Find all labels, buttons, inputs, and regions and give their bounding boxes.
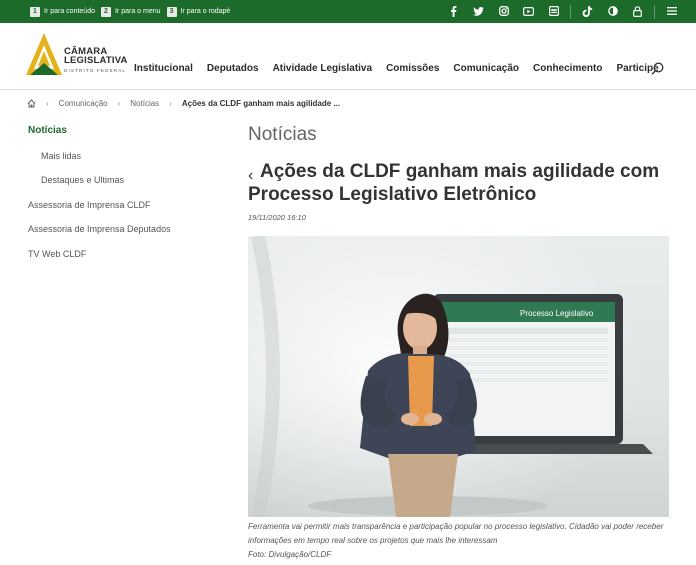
nav-institucional[interactable]: Institucional [134, 63, 193, 74]
cldf-logo-icon[interactable] [26, 33, 62, 77]
article-headline: Ações da CLDF ganham mais agilidade com … [248, 161, 660, 205]
flickr-icon[interactable] [541, 0, 566, 23]
breadcrumb-noticias[interactable]: Notícias [130, 99, 159, 108]
sidebar-item-assessoria-cldf[interactable]: Assessoria de Imprensa CLDF [28, 199, 171, 224]
nav-conhecimento[interactable]: Conhecimento [533, 63, 602, 74]
skip-label: Ir para conteúdo [44, 8, 95, 15]
sidebar-item-mais-lidas[interactable]: Mais lidas [28, 150, 171, 175]
nav-comunicacao[interactable]: Comunicação [453, 63, 519, 74]
search-icon[interactable] [651, 62, 664, 75]
menu-icon[interactable] [659, 0, 684, 23]
skip-link-content[interactable]: 1 Ir para conteúdo [30, 6, 95, 17]
nav-atividade-legislativa[interactable]: Atividade Legislativa [273, 63, 372, 74]
main-nav: Institucional Deputados Atividade Legisl… [134, 63, 673, 74]
social-icons [441, 0, 696, 23]
caption-text: Ferramenta vai permitir mais transparênc… [248, 522, 664, 545]
skip-links: 1 Ir para conteúdo 2 Ir para o menu 3 Ir… [30, 6, 236, 17]
section-title: Notícias [248, 124, 317, 145]
logo-line-2: LEGISLATIVA [64, 55, 128, 66]
article-photo: Processo Legislativo [248, 236, 669, 517]
skip-number: 3 [166, 6, 177, 17]
facebook-icon[interactable] [441, 0, 466, 23]
article-date: 19/11/2020 16:10 [248, 213, 306, 222]
skip-link-footer[interactable]: 3 Ir para o rodapé [166, 6, 231, 17]
skip-label: Ir para o rodapé [180, 8, 231, 15]
home-icon[interactable] [27, 99, 36, 108]
lock-icon[interactable] [625, 0, 650, 23]
instagram-icon[interactable] [491, 0, 516, 23]
contrast-icon[interactable] [600, 0, 625, 23]
sidebar-item-destaques[interactable]: Destaques e Ultimas [28, 174, 171, 199]
twitter-icon[interactable] [466, 0, 491, 23]
skip-number: 1 [30, 6, 40, 17]
skip-number: 2 [100, 6, 111, 17]
sidebar: Notícias Mais lidas Destaques e Ultimas … [28, 125, 171, 272]
divider [654, 4, 655, 19]
photo-caption: Ferramenta vai permitir mais transparênc… [248, 520, 678, 562]
sidebar-item-assessoria-deputados[interactable]: Assessoria de Imprensa Deputados [28, 223, 171, 248]
skip-label: Ir para o menu [114, 8, 161, 15]
screen-title: Processo Legislativo [520, 309, 594, 318]
skip-link-menu[interactable]: 2 Ir para o menu [100, 6, 161, 17]
chevron-right-icon: › [117, 99, 121, 108]
logo-line-3: DISTRITO FEDERAL [64, 68, 127, 73]
sidebar-item-noticias[interactable]: Notícias [28, 125, 171, 150]
breadcrumb-current: Ações da CLDF ganham mais agilidade ... [181, 99, 341, 108]
chevron-right-icon: › [46, 99, 49, 108]
site-header: CÂMARA LEGISLATIVA DISTRITO FEDERAL Inst… [0, 23, 696, 90]
tiktok-icon[interactable] [575, 0, 600, 23]
accessibility-bar: 1 Ir para conteúdo 2 Ir para o menu 3 Ir… [0, 0, 696, 23]
divider [570, 4, 571, 19]
youtube-icon[interactable] [516, 0, 541, 23]
nav-deputados[interactable]: Deputados [207, 63, 259, 74]
nav-comissoes[interactable]: Comissões [386, 63, 439, 74]
presenter-image: Processo Legislativo [248, 236, 669, 517]
sidebar-item-tv-web[interactable]: TV Web CLDF [28, 248, 171, 273]
breadcrumb: › Comunicação › Notícias › Ações da CLDF… [27, 99, 340, 108]
chevron-right-icon: › [169, 99, 172, 108]
breadcrumb-comunicacao[interactable]: Comunicação [59, 99, 108, 108]
logo-text[interactable]: CÂMARA LEGISLATIVA DISTRITO FEDERAL [64, 47, 128, 75]
photo-credit: Foto: Divulgação/CLDF [248, 550, 332, 559]
